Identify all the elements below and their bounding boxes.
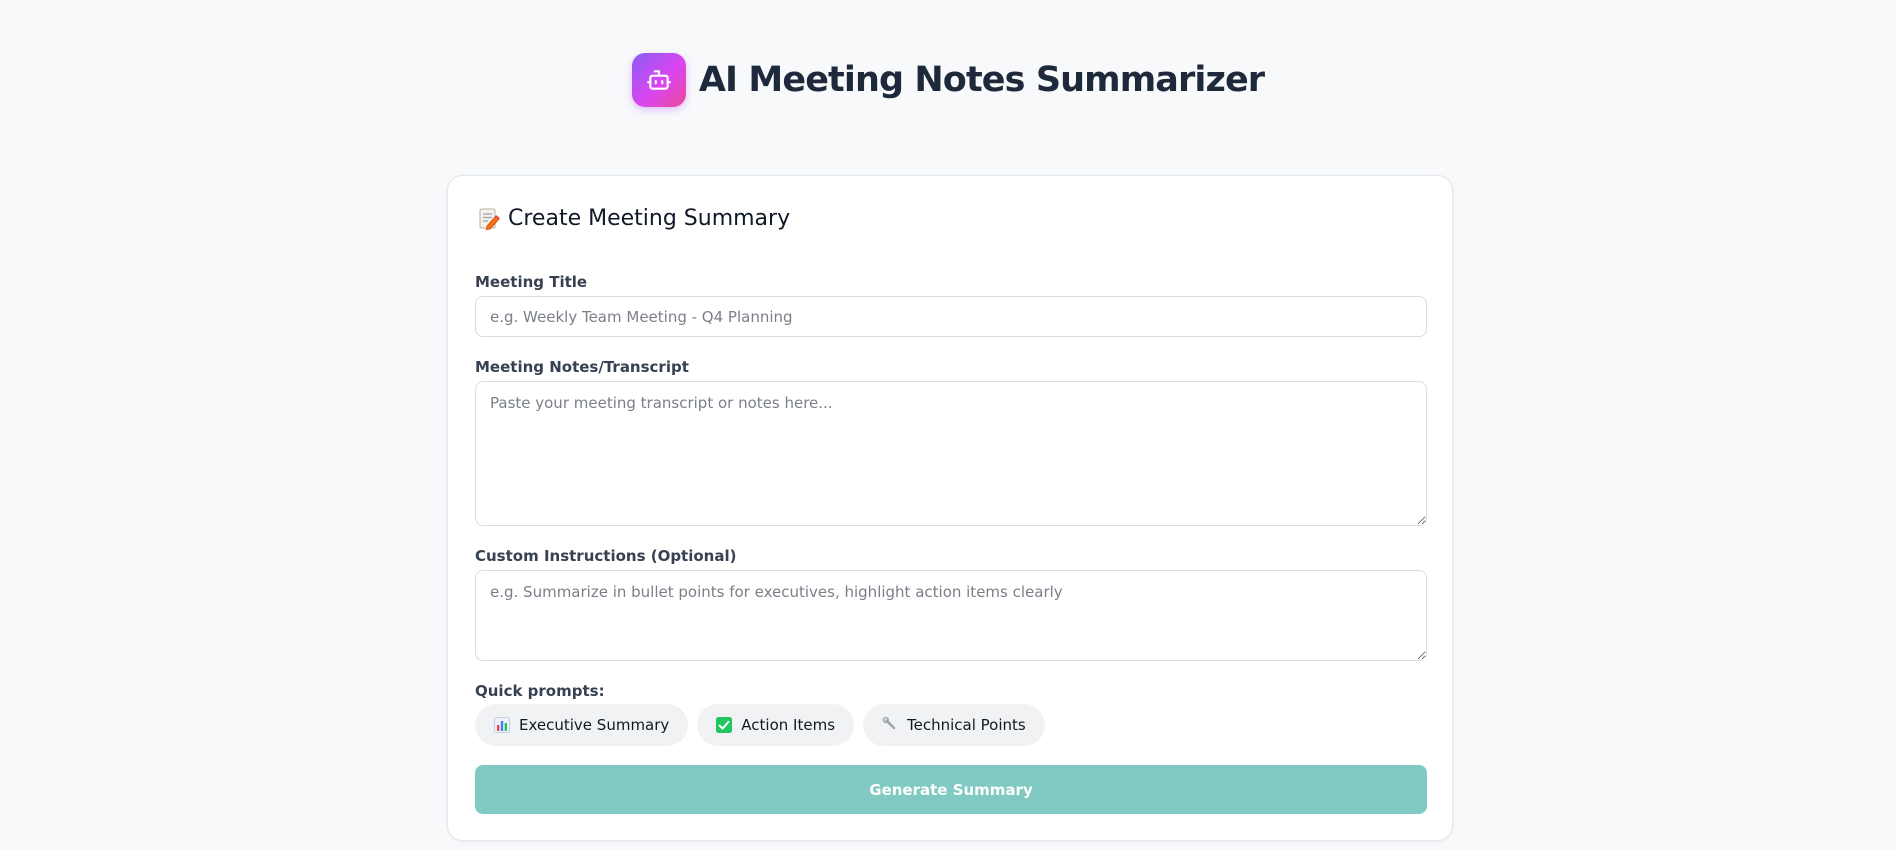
robot-icon	[646, 70, 671, 90]
app-header-inner: AI Meeting Notes Summarizer	[631, 53, 1265, 107]
quick-prompts-label: Quick prompts:	[475, 682, 605, 700]
custom-instructions-label: Custom Instructions (Optional)	[475, 547, 737, 565]
quick-prompts-list: Executive Summary Action Items Technical…	[475, 704, 1054, 746]
meeting-title-input[interactable]	[475, 296, 1427, 337]
generate-summary-button[interactable]: Generate Summary	[475, 765, 1427, 814]
meeting-title-label: Meeting Title	[475, 273, 588, 291]
app-logo	[631, 53, 686, 107]
card-header: Create Meeting Summary	[478, 206, 790, 231]
chip-label: Executive Summary	[519, 716, 670, 734]
quick-prompt-technical-points[interactable]: Technical Points	[863, 704, 1045, 746]
wrench-icon	[882, 717, 898, 733]
summary-form-card: Create Meeting Summary Meeting Title Mee…	[447, 175, 1453, 841]
custom-instructions-textarea[interactable]	[475, 570, 1427, 661]
checkmark-icon	[716, 717, 733, 733]
memo-icon	[479, 208, 500, 230]
bar-chart-icon	[494, 717, 510, 733]
app-title: AI Meeting Notes Summarizer	[698, 60, 1265, 100]
card-title: Create Meeting Summary	[508, 206, 791, 231]
chip-label: Technical Points	[907, 716, 1026, 734]
meeting-notes-label: Meeting Notes/Transcript	[475, 358, 689, 376]
quick-prompt-action-items[interactable]: Action Items	[697, 704, 855, 746]
meeting-notes-textarea[interactable]	[475, 381, 1427, 526]
quick-prompt-executive-summary[interactable]: Executive Summary	[475, 704, 689, 746]
app-header: AI Meeting Notes Summarizer	[0, 0, 1896, 160]
chip-label: Action Items	[741, 716, 836, 734]
